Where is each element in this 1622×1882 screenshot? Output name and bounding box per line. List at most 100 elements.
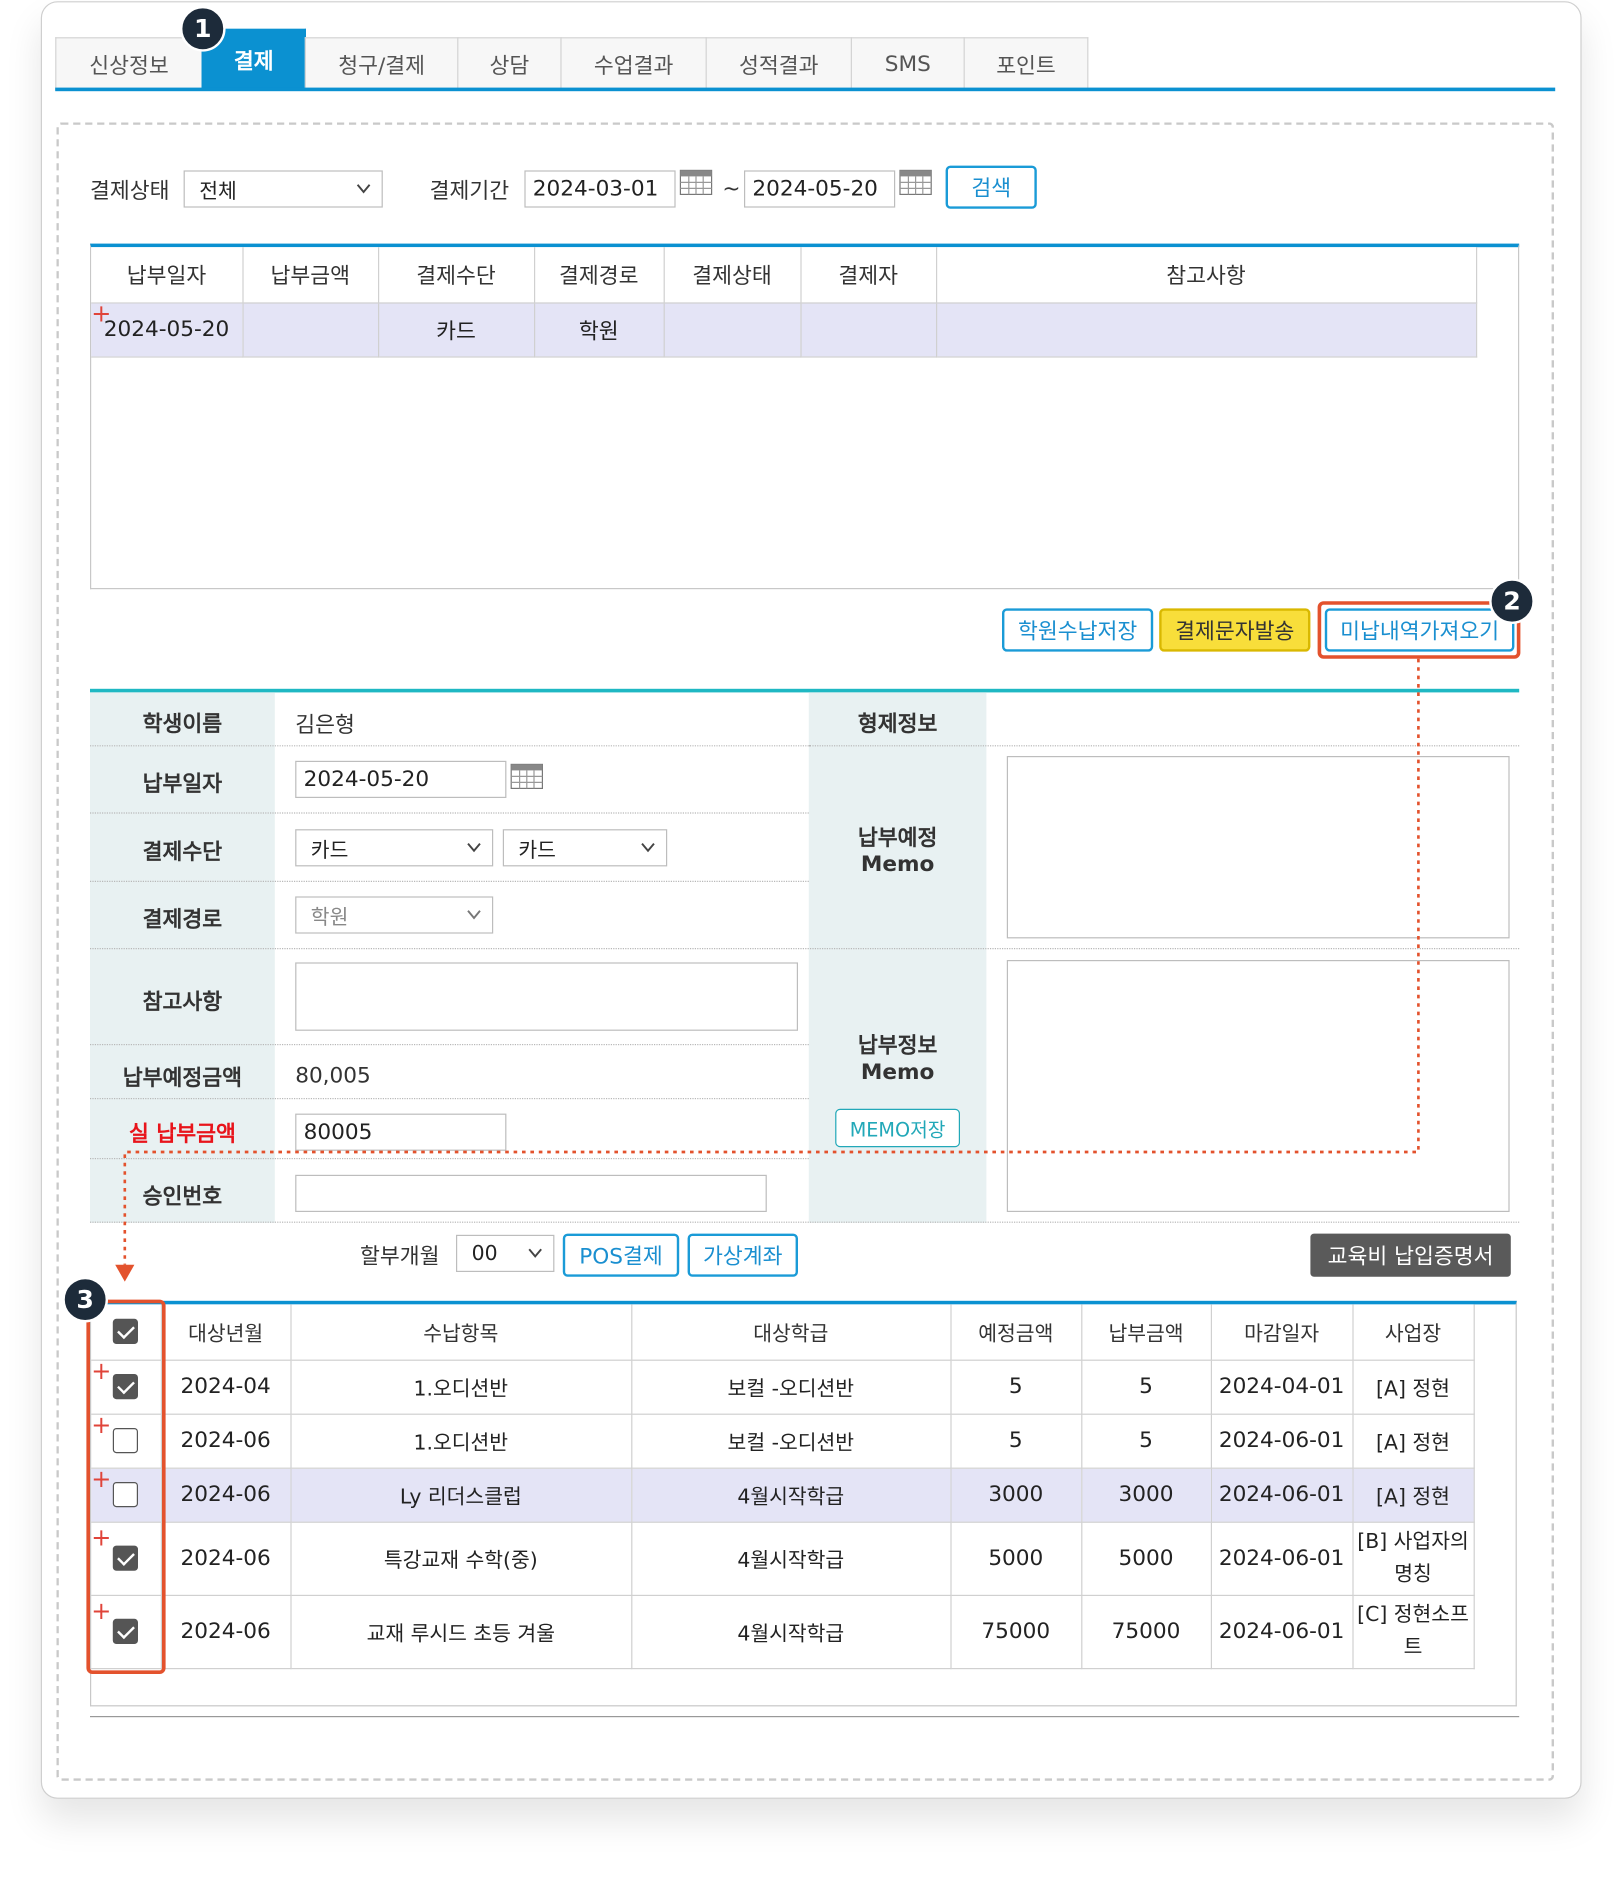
route-select-value: 학원 [310, 906, 349, 931]
memo1-textarea[interactable] [1006, 756, 1510, 939]
column-header: 예정금액 [950, 1304, 1082, 1361]
column-header: 대상학급 [631, 1304, 952, 1361]
cell-item: 1.오디션반 [290, 1413, 632, 1469]
table-row[interactable]: + 2024-06 Ly 리더스클럽 4월시작학급 3000 3000 2024… [91, 1466, 1475, 1523]
cell-due: 2024-06-01 [1210, 1594, 1354, 1669]
actual-amount-label: 실 납부금액 [128, 1122, 236, 1148]
divider [90, 812, 809, 814]
cell-payer [800, 302, 937, 358]
annotation-highlight [86, 1299, 166, 1675]
method-label: 결제수단 [142, 840, 223, 866]
installment-select-value: 00 [471, 1241, 498, 1266]
divider [90, 1158, 809, 1160]
cell-item: Ly 리더스클럽 [290, 1467, 632, 1523]
cell-month: 2024-04 [160, 1359, 292, 1415]
bottom-divider [90, 1716, 1520, 1718]
installment-label: 할부개월 [360, 1244, 440, 1270]
cell-class: 보컬 -오디션반 [631, 1359, 952, 1415]
cell-due: 2024-04-01 [1210, 1359, 1354, 1415]
column-header: 납부금액 [242, 247, 379, 304]
tuition-certificate-button[interactable]: 교육비 납입증명서 [1310, 1233, 1511, 1277]
installment-select[interactable]: 00 [456, 1234, 555, 1272]
pay-date-input[interactable]: 2024-05-20 [295, 760, 507, 799]
step-badge-3: 3 [62, 1276, 109, 1323]
table-header-row: 납부일자 납부금액 결제수단 결제경로 결제상태 결제자 참고사항 [91, 247, 1477, 304]
cell-planned: 5 [950, 1359, 1082, 1415]
send-sms-button[interactable]: 결제문자발송 [1159, 608, 1311, 652]
cell-item: 특강교재 수학(중) [290, 1521, 632, 1596]
note-label: 참고사항 [142, 990, 223, 1016]
memo2-label-line2: Memo [860, 1059, 935, 1085]
cell-planned: 5000 [950, 1521, 1082, 1596]
approval-input[interactable] [295, 1174, 767, 1212]
plus-icon[interactable]: + [91, 301, 111, 325]
chevron-down-icon [641, 842, 655, 853]
pos-payment-button[interactable]: POS결제 [562, 1233, 680, 1277]
table-row[interactable]: + 2024-06 교재 루시드 초등 겨울 4월시작학급 75000 7500… [91, 1594, 1475, 1669]
tab-billing[interactable]: 청구/결제 [304, 37, 459, 90]
memo2-textarea[interactable] [1006, 960, 1510, 1212]
cell-paid: 5 [1081, 1413, 1212, 1469]
table-row[interactable]: + 2024-04 1.오디션반 보컬 -오디션반 5 5 2024-04-01… [91, 1358, 1475, 1415]
column-header: 결제수단 [378, 247, 535, 304]
column-header: 대상년월 [160, 1304, 292, 1361]
table-row[interactable]: + 2024-06 특강교재 수학(중) 4월시작학급 5000 5000 20… [91, 1521, 1475, 1596]
route-select[interactable]: 학원 [295, 896, 494, 934]
cell-due: 2024-06-01 [1210, 1521, 1354, 1596]
divider [808, 745, 1520, 747]
calendar-icon[interactable] [899, 168, 933, 197]
chevron-down-icon [467, 842, 481, 853]
column-header: 사업장 [1352, 1304, 1475, 1361]
cell-item: 1.오디션반 [290, 1359, 632, 1415]
virtual-account-button[interactable]: 가상계좌 [687, 1233, 799, 1277]
cell-site: [A] 정현 [1352, 1413, 1475, 1469]
tab-points[interactable]: 포인트 [963, 37, 1089, 90]
calendar-icon[interactable] [679, 168, 713, 197]
cell-class: 4월시작학급 [631, 1521, 952, 1596]
tab-profile[interactable]: 신상정보 [55, 37, 203, 90]
date-from-input[interactable]: 2024-03-01 [524, 170, 676, 208]
memo1-label-line2: Memo [860, 852, 935, 878]
search-button[interactable]: 검색 [945, 165, 1037, 209]
cell-note [936, 302, 1477, 358]
column-header: 수납항목 [290, 1304, 632, 1361]
card-type-select[interactable]: 카드 [502, 829, 668, 867]
column-header: 결제경로 [534, 247, 665, 304]
cell-class: 보컬 -오디션반 [631, 1413, 952, 1469]
chevron-down-icon [467, 910, 481, 920]
period-label: 결제기간 [429, 178, 510, 205]
calendar-icon[interactable] [510, 762, 544, 791]
tab-consult[interactable]: 상담 [457, 37, 562, 90]
cell-paid: 75000 [1081, 1594, 1212, 1669]
table-row[interactable]: +2024-05-20 카드 학원 [91, 301, 1477, 358]
form-topline [90, 688, 1520, 693]
date-to-input[interactable]: 2024-05-20 [744, 170, 896, 208]
cell-site: [B] 사업자의 명칭 [1352, 1521, 1475, 1596]
tab-sms[interactable]: SMS [850, 37, 965, 90]
tab-underline [55, 87, 1556, 92]
memo1-label-line1: 납부예정 [857, 825, 938, 851]
actual-amount-input[interactable]: 80005 [295, 1113, 507, 1151]
save-receipt-button[interactable]: 학원수납저장 [1002, 608, 1154, 652]
method-select[interactable]: 카드 [295, 829, 494, 867]
memo2-label-line1: 납부정보 [857, 1033, 938, 1059]
tab-grade-result[interactable]: 성적결과 [705, 37, 853, 90]
approval-label: 승인번호 [142, 1184, 223, 1210]
status-filter-value: 전체 [199, 180, 237, 205]
tab-class-result[interactable]: 수업결과 [560, 37, 707, 90]
divider [90, 1221, 1520, 1223]
memo-save-button[interactable]: MEMO저장 [835, 1108, 961, 1148]
status-filter-label: 결제상태 [90, 178, 170, 205]
cell-method: 카드 [378, 302, 535, 358]
cell-month: 2024-06 [160, 1594, 292, 1669]
column-header: 마감일자 [1210, 1304, 1354, 1361]
note-textarea[interactable] [295, 962, 799, 1031]
cell-site: [A] 정현 [1352, 1467, 1475, 1523]
unpaid-items-table: 대상년월 수납항목 대상학급 예정금액 납부금액 마감일자 사업장 + 2024… [90, 1300, 1517, 1707]
status-filter-select[interactable]: 전체 [183, 170, 383, 208]
column-header: 납부일자 [91, 247, 244, 304]
cell-site: [A] 정현 [1352, 1359, 1475, 1415]
chevron-down-icon [528, 1248, 542, 1258]
table-row[interactable]: + 2024-06 1.오디션반 보컬 -오디션반 5 5 2024-06-01… [91, 1412, 1475, 1469]
divider [90, 880, 809, 883]
